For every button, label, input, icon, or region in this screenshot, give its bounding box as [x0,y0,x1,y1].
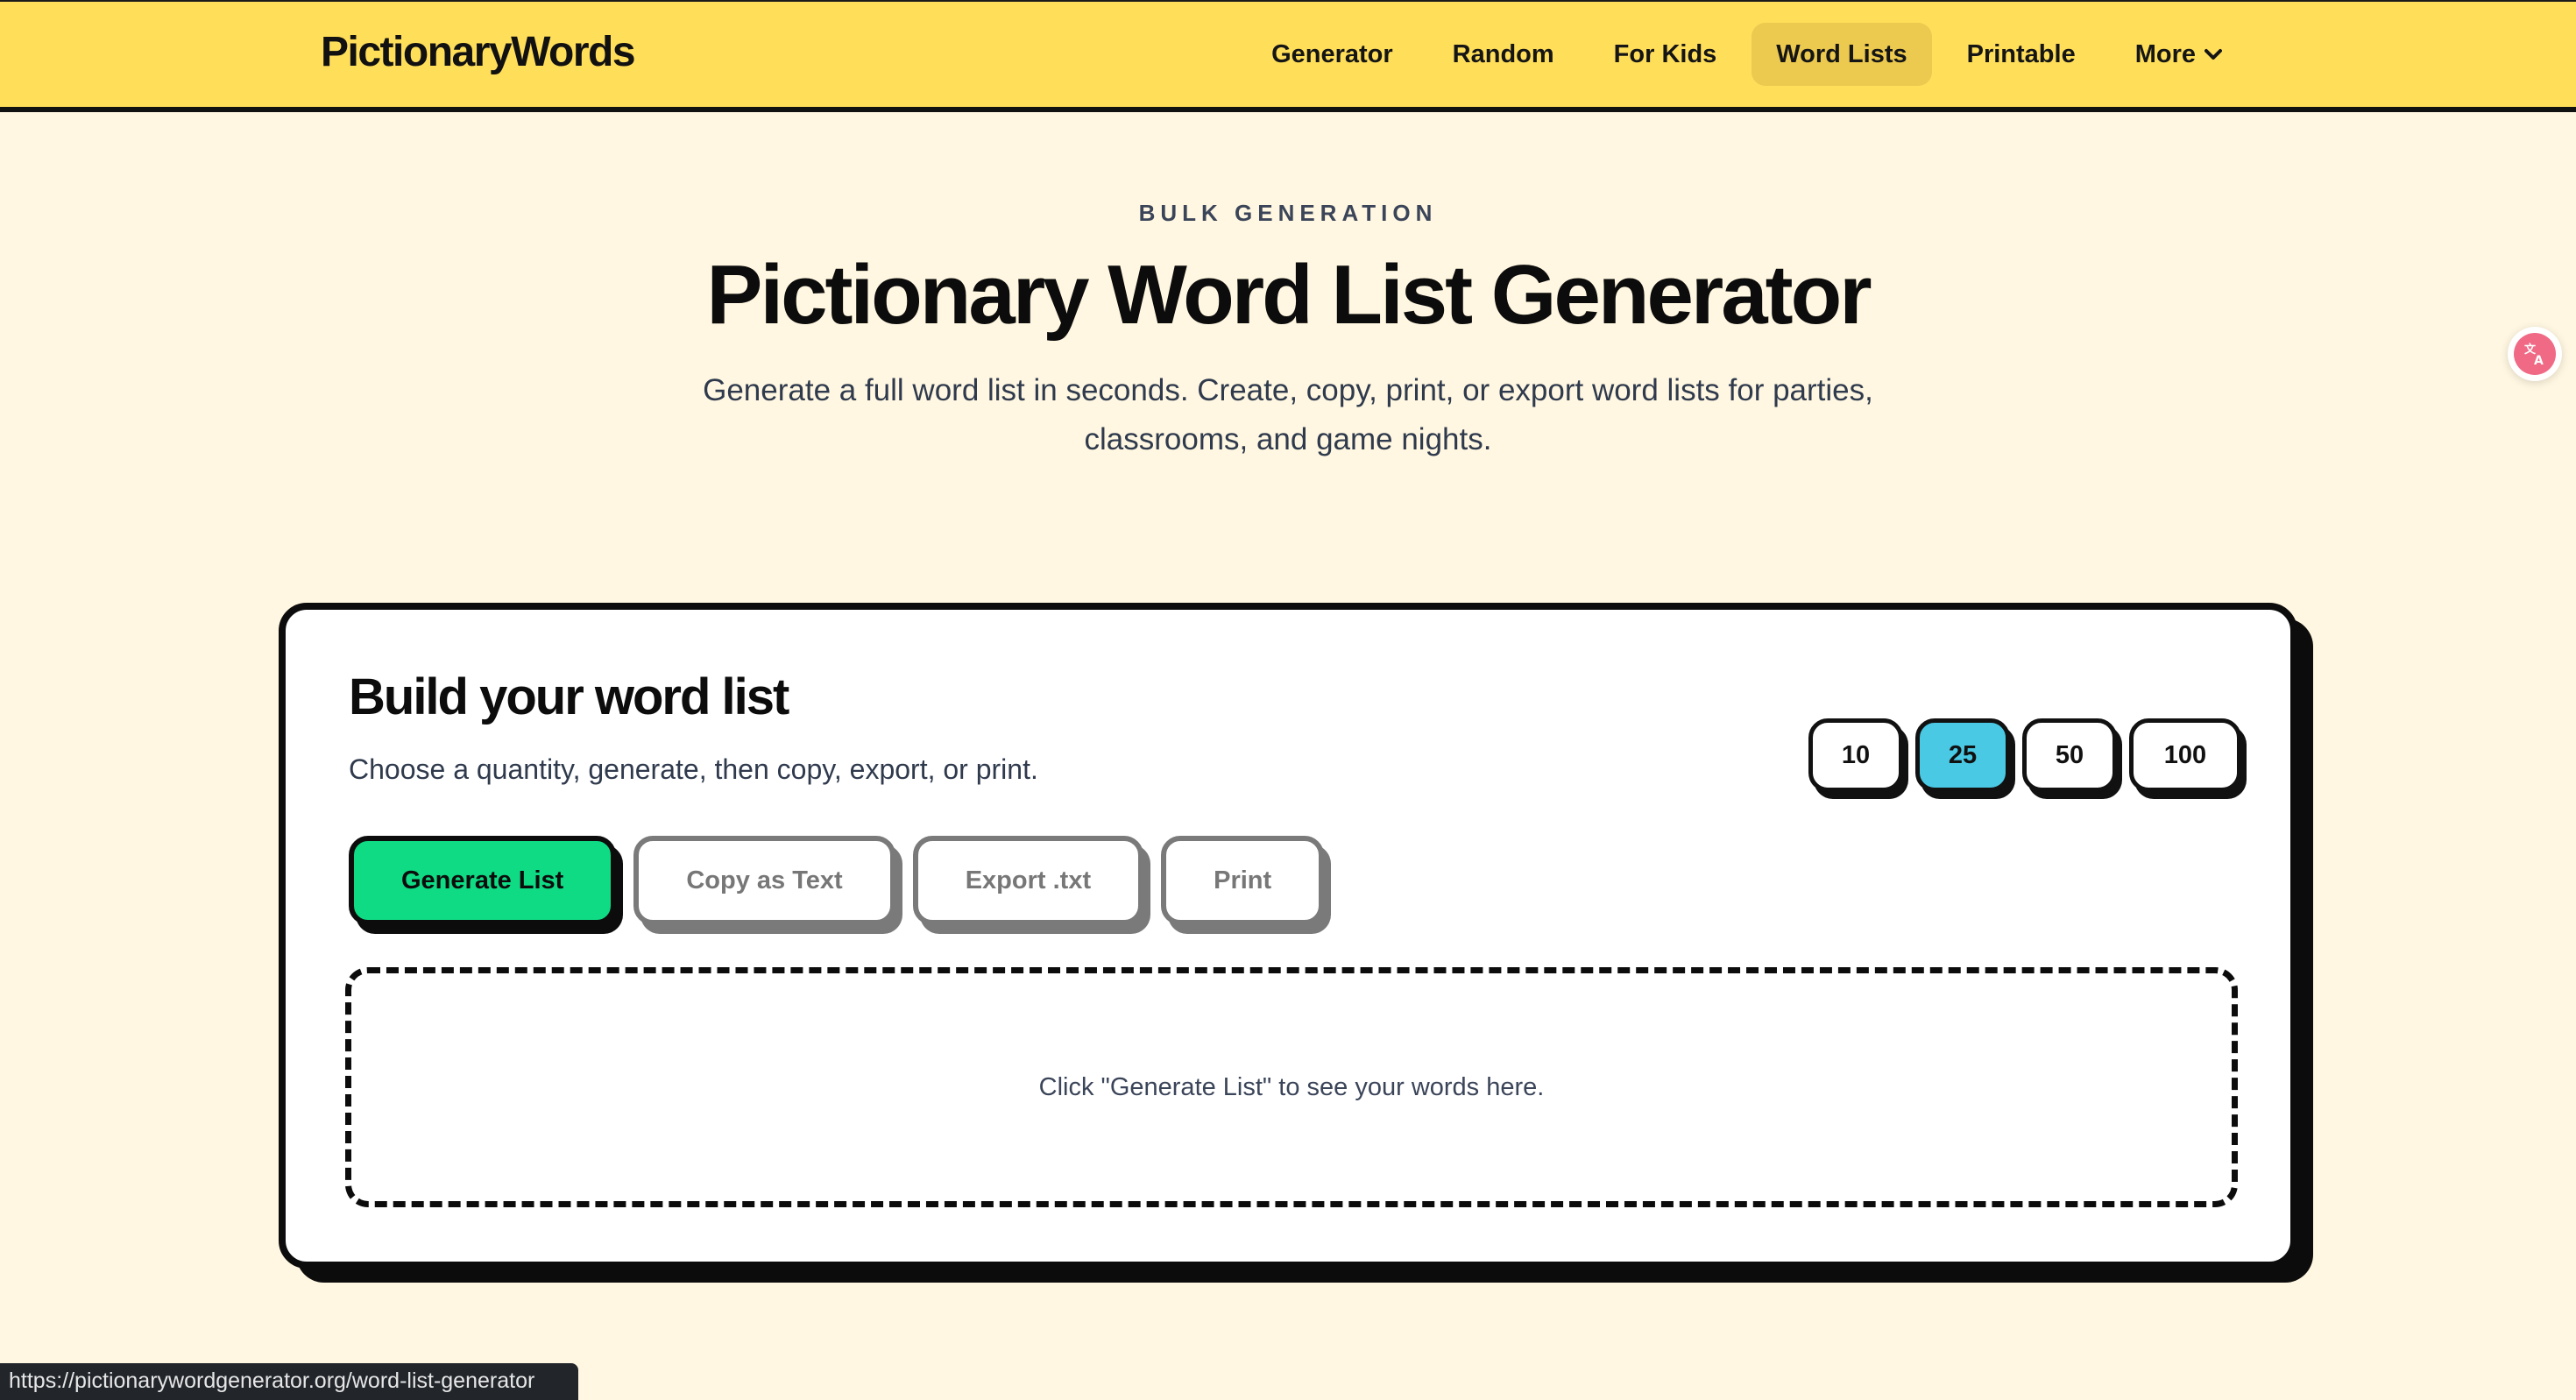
nav-more[interactable]: More [2111,23,2247,86]
quantity-option-25[interactable]: 25 [1915,718,2010,792]
site-logo[interactable]: PictionaryWords [321,28,636,76]
translate-icon: 文 A [2514,333,2556,375]
nav-printable[interactable]: Printable [1943,23,2100,86]
nav-word-lists[interactable]: Word Lists [1752,23,1932,86]
action-buttons: Generate List Copy as Text Export .txt P… [349,836,1325,925]
svg-text:A: A [2534,354,2544,367]
nav-random[interactable]: Random [1428,23,1579,86]
site-header: PictionaryWords Generator Random For Kid… [0,0,2576,112]
main-nav: Generator Random For Kids Word Lists Pri… [1247,23,2247,86]
chevron-down-icon [2204,49,2222,60]
nav-more-label: More [2134,39,2196,68]
generate-list-button[interactable]: Generate List [349,836,617,925]
quantity-option-10[interactable]: 10 [1808,718,1903,792]
empty-state-message: Click "Generate List" to see your words … [1038,1072,1545,1101]
quantity-option-50[interactable]: 50 [2022,718,2117,792]
quantity-selector: 10 25 50 100 [1808,718,2241,792]
nav-generator[interactable]: Generator [1247,23,1418,86]
card-subtitle: Choose a quantity, generate, then copy, … [349,753,1038,785]
hero-eyebrow: BULK GENERATION [1138,200,1438,226]
status-bar-url: https://pictionarywordgenerator.org/word… [0,1363,578,1400]
nav-for-kids[interactable]: For Kids [1589,23,1742,86]
print-button[interactable]: Print [1161,836,1325,925]
word-list-output: Click "Generate List" to see your words … [345,967,2238,1207]
translate-button[interactable]: 文 A [2508,327,2562,381]
card-title: Build your word list [349,668,789,725]
copy-as-text-button[interactable]: Copy as Text [633,836,895,925]
export-txt-button[interactable]: Export .txt [912,836,1144,925]
hero-subtitle: Generate a full word list in seconds. Cr… [703,373,1873,456]
quantity-option-100[interactable]: 100 [2129,718,2241,792]
page-title: Pictionary Word List Generator [706,248,1872,342]
word-list-builder-card: Build your word list Choose a quantity, … [279,603,2297,1269]
